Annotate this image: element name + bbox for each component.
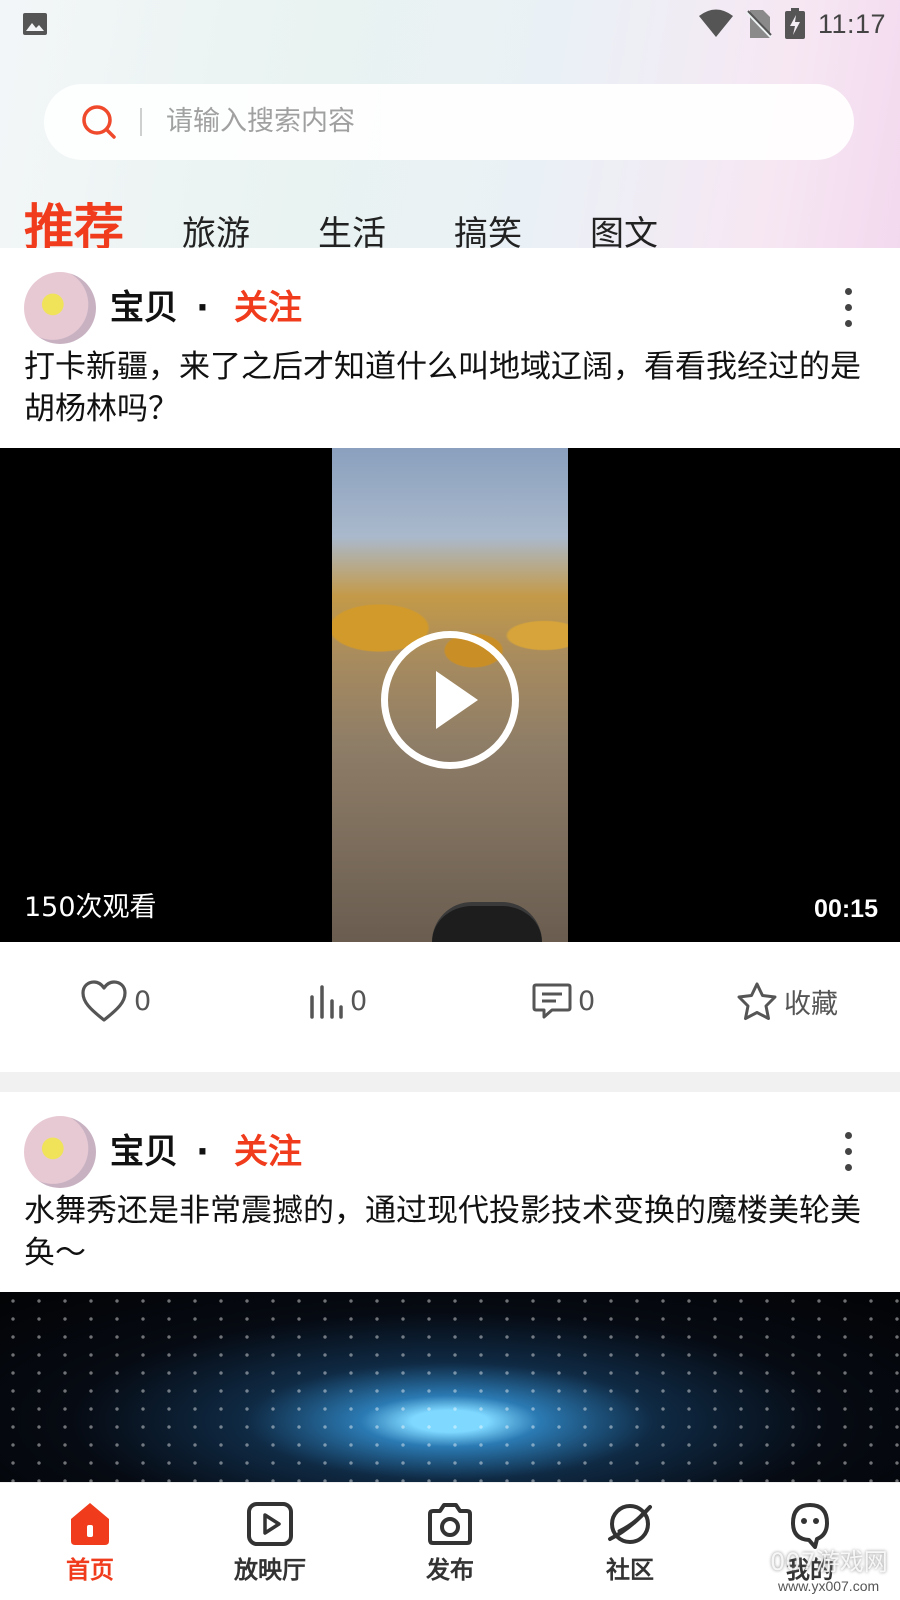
like-count: 0: [134, 985, 152, 1017]
view-count: 150次观看: [24, 892, 157, 923]
stats-count: 0: [350, 985, 368, 1017]
nav-publish[interactable]: 发布: [360, 1483, 540, 1600]
video-thumbnail: [0, 1292, 900, 1482]
status-time: 11:17: [817, 8, 886, 39]
avatar[interactable]: [24, 1116, 96, 1188]
post-title[interactable]: 水舞秀还是非常震撼的，通过现代投影技术变换的魔楼美轮美奂～: [24, 1190, 876, 1274]
home-icon: [71, 1503, 109, 1545]
feed-post: 宝贝 · 关注 打卡新疆，来了之后才知道什么叫地域辽阔，看看我经过的是胡杨林吗？…: [0, 248, 900, 1068]
planet-icon: [608, 1504, 652, 1544]
watermark: 007游戏网: [770, 1548, 888, 1576]
video-player[interactable]: 150次观看 00:15: [0, 448, 900, 942]
comment-count: 0: [578, 985, 596, 1017]
search-icon[interactable]: [80, 103, 118, 141]
more-options-icon[interactable]: [842, 288, 854, 328]
tab-travel[interactable]: 旅游: [182, 210, 250, 248]
post-title[interactable]: 打卡新疆，来了之后才知道什么叫地域辽阔，看看我经过的是胡杨林吗？: [24, 346, 876, 430]
star-icon: [737, 982, 777, 1020]
status-bar: 11:17: [0, 0, 900, 48]
more-options-icon[interactable]: [842, 1132, 854, 1172]
no-sim-icon: [745, 10, 772, 39]
tab-life[interactable]: 生活: [318, 210, 386, 248]
feed-post: 宝贝 · 关注 水舞秀还是非常震撼的，通过现代投影技术变换的魔楼美轮美奂～: [0, 1092, 900, 1292]
author-name[interactable]: 宝贝: [110, 1130, 178, 1174]
tab-image-text[interactable]: 图文: [590, 210, 658, 248]
tab-funny[interactable]: 搞笑: [454, 210, 522, 248]
heart-icon: [81, 980, 127, 1022]
nav-label: 发布: [426, 1556, 474, 1584]
gallery-icon: [23, 13, 47, 35]
nav-theater[interactable]: 放映厅: [180, 1483, 360, 1600]
tab-recommend[interactable]: 推荐: [24, 198, 124, 248]
name-separator: ·: [196, 1132, 209, 1172]
follow-button[interactable]: 关注: [234, 286, 302, 330]
follow-button[interactable]: 关注: [234, 1130, 302, 1174]
nav-label: 首页: [66, 1556, 114, 1584]
video-duration: 00:15: [814, 895, 878, 923]
camera-icon: [428, 1503, 472, 1545]
category-tabs: 推荐 旅游 生活 搞笑 图文: [0, 196, 900, 248]
collect-button[interactable]: 收藏: [736, 942, 838, 1060]
header-background: 11:17 请输入搜索内容 推荐 旅游 生活 搞笑 图文: [0, 0, 900, 248]
video-player[interactable]: [0, 1292, 900, 1482]
author-name[interactable]: 宝贝: [110, 286, 178, 330]
search-divider: [140, 108, 142, 136]
search-input[interactable]: 请输入搜索内容: [166, 102, 355, 142]
collect-label: 收藏: [784, 988, 838, 1020]
nav-community[interactable]: 社区: [540, 1483, 720, 1600]
nav-label: 社区: [606, 1556, 654, 1584]
nav-label: 放映厅: [234, 1556, 306, 1584]
stats-button[interactable]: 0: [308, 942, 367, 1060]
play-square-icon: [247, 1502, 293, 1546]
avatar[interactable]: [24, 272, 96, 344]
name-separator: ·: [196, 288, 209, 328]
play-icon[interactable]: [381, 631, 519, 769]
nav-home[interactable]: 首页: [0, 1483, 180, 1600]
battery-charging-icon: [784, 8, 805, 39]
post-divider: [0, 1072, 900, 1092]
search-bar[interactable]: 请输入搜索内容: [44, 84, 854, 160]
comment-button[interactable]: 0: [532, 942, 595, 1060]
watermark-url: www.yx007.com: [778, 1578, 880, 1594]
post-actions: 0 0 0 收藏: [0, 942, 900, 1060]
comment-icon: [532, 983, 572, 1019]
bottom-navigation: 首页 放映厅 发布 社区 我的: [0, 1482, 900, 1600]
bar-chart-icon: [310, 985, 343, 1019]
wifi-icon: [698, 9, 733, 37]
like-button[interactable]: 0: [80, 942, 151, 1060]
